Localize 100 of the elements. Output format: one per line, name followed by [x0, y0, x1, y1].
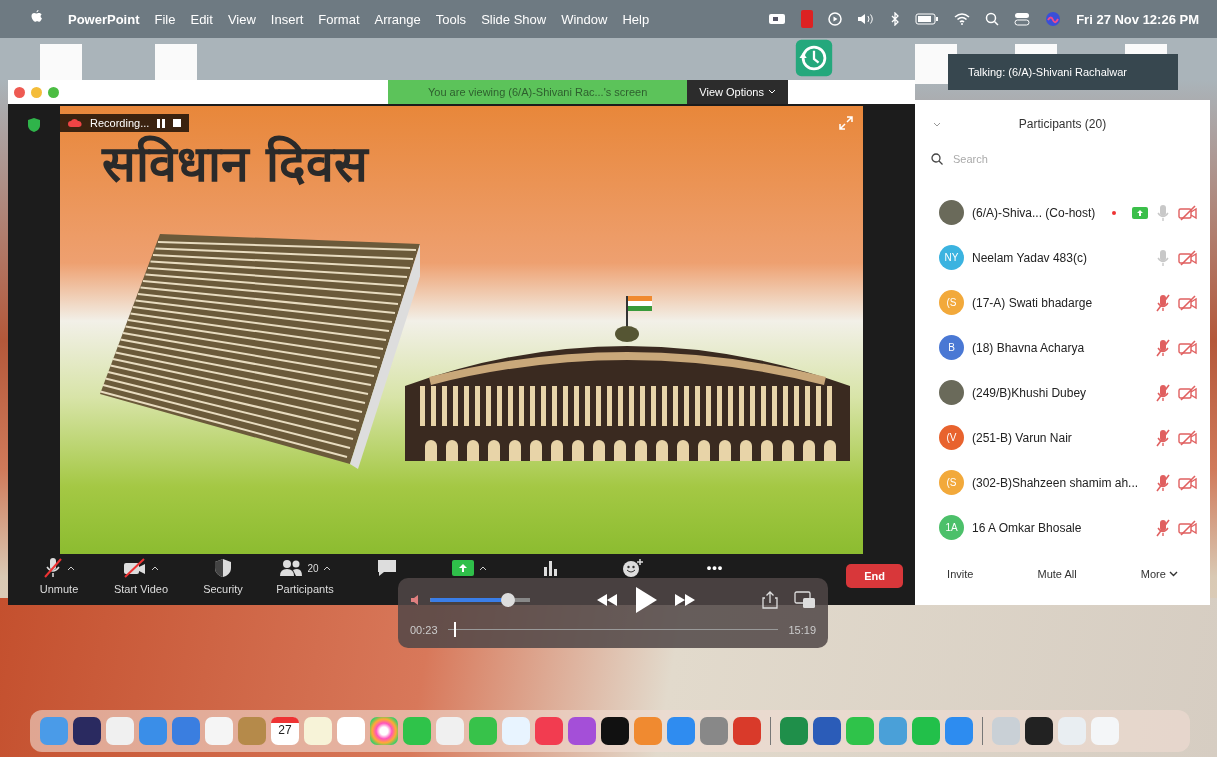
mic-button[interactable]: Unmute: [18, 558, 100, 595]
video-off-icon: [1178, 204, 1198, 221]
avatar-photo-placeholder: [939, 200, 964, 225]
fast-forward-icon[interactable]: [674, 593, 696, 607]
shield-icon: [214, 558, 232, 578]
video-off-icon: [1178, 519, 1198, 536]
wifi-icon[interactable]: [954, 13, 971, 25]
security-button[interactable]: Security: [182, 558, 264, 595]
menu-item[interactable]: File: [154, 11, 176, 27]
panel-footer-button[interactable]: More: [1134, 564, 1184, 584]
clock[interactable]: Fri 27 Nov 12:26 PM: [1076, 11, 1199, 27]
camera-icon[interactable]: [768, 13, 787, 25]
participant-row[interactable]: (6/A)-Shiva... (Co-host): [939, 190, 1198, 235]
play-icon[interactable]: [634, 586, 658, 614]
flower-icon[interactable]: [370, 717, 398, 745]
participant-name: (17-A) Swati bhadarge: [972, 295, 1094, 310]
caret-icon: [322, 565, 331, 571]
participant-count: 20: [307, 562, 319, 574]
screen-share-banner: You are viewing (6/A)-Shivani Rac...'s screen: [388, 80, 688, 104]
avatar: B: [939, 335, 964, 360]
video-off-icon: [1178, 429, 1198, 446]
control-center-icon[interactable]: [1014, 12, 1031, 26]
share-icon[interactable]: [762, 591, 778, 609]
slide-title: सविधान दिवस: [102, 134, 369, 195]
avatar: NY: [939, 245, 964, 270]
calendar-day: 27: [278, 723, 292, 737]
participant-name: Neelam Yadav 483(c): [972, 250, 1088, 265]
view-options-button[interactable]: View Options: [687, 80, 788, 104]
participant-name: 16 A Omkar Bhosale: [972, 520, 1083, 535]
menu-item[interactable]: Insert: [270, 11, 304, 27]
calendar-icon[interactable]: 27: [271, 717, 299, 745]
bar-chart-icon: [542, 559, 560, 577]
app-icon[interactable]: [73, 717, 101, 745]
elapsed-time: 00:23: [410, 623, 438, 636]
panel-footer-button[interactable]: Mute All: [1031, 564, 1083, 584]
menu-item[interactable]: Tools: [435, 11, 467, 27]
cloud-icon: [68, 118, 82, 128]
caret-icon: [67, 565, 75, 571]
menu-item[interactable]: Window: [561, 11, 608, 27]
more-label: •••: [706, 561, 724, 575]
pause-icon[interactable]: [157, 118, 166, 128]
play-circle-icon[interactable]: [828, 12, 843, 26]
minimize-button[interactable]: [31, 86, 42, 98]
participant-row[interactable]: 1A 16 A Omkar Bhosale: [939, 505, 1198, 550]
panel-title: Participants (20): [1018, 117, 1107, 131]
participant-row[interactable]: (S (302-B)Shahzeen shamim ah...: [939, 460, 1198, 505]
share-screen-icon: [1132, 206, 1148, 219]
video-camera-icon: [123, 558, 147, 578]
close-button[interactable]: [14, 86, 25, 98]
menu-app-name[interactable]: PowerPoint: [68, 11, 140, 27]
caret-icon: [479, 565, 487, 571]
microphone-icon: [43, 557, 63, 579]
search-icon[interactable]: [985, 12, 1000, 26]
total-time: 15:19: [788, 623, 816, 636]
menu-item[interactable]: View: [227, 11, 256, 27]
video-off-icon: [1178, 474, 1198, 491]
menu-item[interactable]: Help: [622, 11, 650, 27]
video-off-icon: [1178, 384, 1198, 401]
battery-icon[interactable]: [915, 13, 940, 25]
video-off-icon: [1178, 339, 1198, 356]
participant-row[interactable]: (249/B)Khushi Dubey: [939, 370, 1198, 415]
caret-icon: [151, 565, 159, 571]
participant-row[interactable]: (V (251-B) Varun Nair: [939, 415, 1198, 460]
smiley-plus-icon: [622, 558, 644, 578]
talking-tooltip: Talking: (6/A)-Shivani Rachalwar: [948, 54, 1178, 90]
menu-item[interactable]: Slide Show: [481, 11, 547, 27]
avatar: (S: [939, 470, 964, 495]
picture-in-picture-icon[interactable]: [794, 591, 816, 609]
participant-name: (6/A)-Shiva... (Co-host): [972, 205, 1097, 220]
app-icon[interactable]: [601, 717, 629, 745]
bluetooth-icon[interactable]: [890, 12, 901, 26]
people-icon: [279, 559, 304, 577]
zoom-button[interactable]: [48, 86, 59, 98]
avatar-photo-placeholder: [939, 380, 964, 405]
stop-icon[interactable]: [173, 119, 182, 127]
menu-item[interactable]: Edit: [190, 11, 213, 27]
participants-button[interactable]: 20 Participants: [264, 558, 346, 595]
avatar: (V: [939, 425, 964, 450]
recording-label: Recording...: [90, 117, 150, 129]
share-screen-icon: [451, 559, 475, 577]
participant-name: (18) Bhavna Acharya: [972, 340, 1086, 355]
app-icon[interactable]: [1025, 717, 1053, 745]
avatar: 1A: [939, 515, 964, 540]
panel-footer-button[interactable]: Invite: [941, 564, 980, 584]
video-button[interactable]: Start Video: [100, 558, 182, 595]
speech-bubble-icon: [376, 559, 398, 577]
more-button[interactable]: •••: [674, 558, 756, 578]
rewind-icon[interactable]: [596, 593, 618, 607]
participant-row[interactable]: (S (17-A) Swati bhadarge: [939, 280, 1198, 325]
chevron-down-icon: [1168, 571, 1178, 577]
video-off-icon: [1178, 249, 1198, 266]
volume-icon[interactable]: [857, 12, 876, 26]
menu-item[interactable]: Format: [318, 11, 360, 27]
end-button[interactable]: End: [846, 564, 903, 588]
participant-name: (251-B) Varun Nair: [972, 430, 1073, 445]
menu-item[interactable]: Arrange: [374, 11, 421, 27]
chevron-down-icon[interactable]: [933, 122, 941, 128]
participant-row[interactable]: B (18) Bhavna Acharya: [939, 325, 1198, 370]
participant-row[interactable]: NY Neelam Yadav 483(c): [939, 235, 1198, 280]
participant-name: (249/B)Khushi Dubey: [972, 385, 1088, 400]
